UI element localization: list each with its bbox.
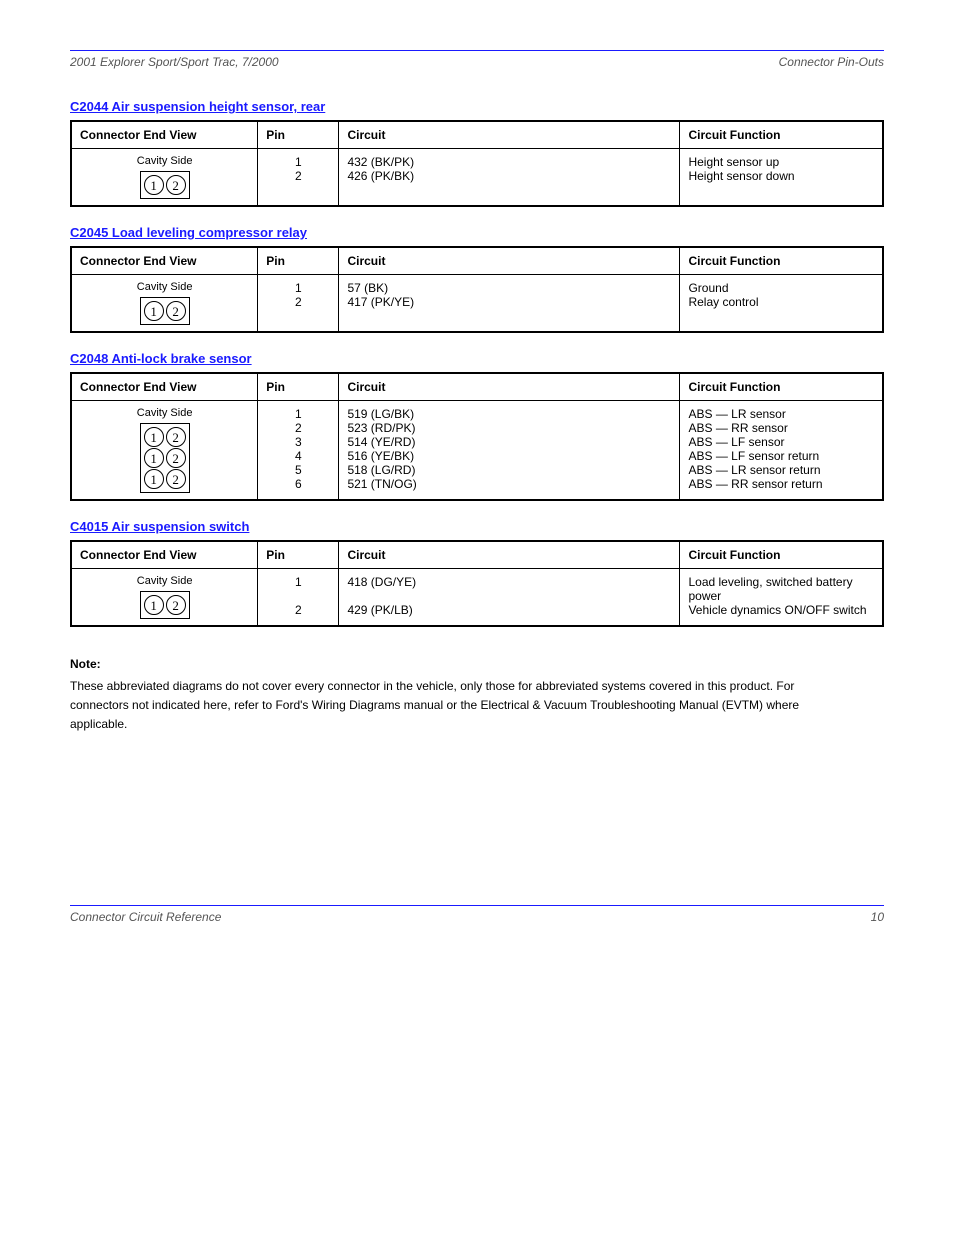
connector-end-view-icon: 12 (140, 171, 190, 199)
connector-table: Connector End ViewPinCircuitCircuit Func… (70, 372, 884, 501)
cavity-label: Cavity Side (80, 281, 249, 293)
note-body: These abbreviated diagrams do not cover … (70, 677, 830, 735)
pin-cell: 123456 (258, 401, 339, 501)
circuit-function-cell: ABS — LR sensorABS — RR sensorABS — LF s… (680, 401, 883, 501)
connector-end-view-cell: Cavity Side 121212 (71, 401, 258, 501)
column-header: Pin (258, 541, 339, 569)
circuit-function-cell: GroundRelay control (680, 275, 883, 333)
page-header: 2001 Explorer Sport/Sport Trac, 7/2000 C… (70, 55, 884, 69)
column-header: Circuit (339, 373, 680, 401)
header-left: 2001 Explorer Sport/Sport Trac, 7/2000 (70, 55, 279, 69)
column-header: Circuit Function (680, 121, 883, 149)
column-header: Circuit Function (680, 247, 883, 275)
connector-end-view-cell: Cavity Side 12 (71, 275, 258, 333)
header-rule (70, 50, 884, 51)
circuit-cell: 432 (BK/PK)426 (PK/BK) (339, 149, 680, 207)
circuit-cell: 57 (BK)417 (PK/YE) (339, 275, 680, 333)
footer-left: Connector Circuit Reference (70, 910, 221, 924)
circuit-function-cell: Load leveling, switched battery powerVeh… (680, 569, 883, 627)
table-row: Cavity Side121257 (BK)417 (PK/YE)GroundR… (71, 275, 883, 333)
column-header: Pin (258, 247, 339, 275)
column-header: Circuit (339, 247, 680, 275)
column-header: Connector End View (71, 373, 258, 401)
connector-end-view-cell: Cavity Side 12 (71, 569, 258, 627)
footer-right: 10 (871, 910, 884, 924)
pin-cell: 12 (258, 275, 339, 333)
page-footer: Connector Circuit Reference 10 (70, 910, 884, 924)
connector-end-view-icon: 12 (140, 591, 190, 619)
circuit-function-cell: Height sensor upHeight sensor down (680, 149, 883, 207)
column-header: Connector End View (71, 541, 258, 569)
table-row: Cavity Side 121212 123456519 (LG/BK)523 (R… (71, 401, 883, 501)
pin-cell: 12 (258, 149, 339, 207)
column-header: Connector End View (71, 121, 258, 149)
column-header: Circuit (339, 541, 680, 569)
cavity-label: Cavity Side (80, 155, 249, 167)
note-title: Note: (70, 657, 830, 671)
footer-rule (70, 905, 884, 906)
note-block: Note: These abbreviated diagrams do not … (70, 657, 830, 735)
section-title: C2048 Anti-lock brake sensor (70, 351, 884, 366)
connector-table: Connector End ViewPinCircuitCircuit Func… (70, 246, 884, 333)
pin-cell: 1 2 (258, 569, 339, 627)
circuit-cell: 418 (DG/YE) 429 (PK/LB) (339, 569, 680, 627)
cavity-label: Cavity Side (80, 407, 249, 419)
connector-end-view-icon: 12 (140, 297, 190, 325)
section-title: C2044 Air suspension height sensor, rear (70, 99, 884, 114)
column-header: Circuit Function (680, 373, 883, 401)
section-title: C2045 Load leveling compressor relay (70, 225, 884, 240)
column-header: Pin (258, 121, 339, 149)
connector-end-view-icon: 121212 (140, 423, 190, 493)
cavity-label: Cavity Side (80, 575, 249, 587)
column-header: Connector End View (71, 247, 258, 275)
column-header: Circuit Function (680, 541, 883, 569)
connector-end-view-cell: Cavity Side 12 (71, 149, 258, 207)
table-row: Cavity Side1212432 (BK/PK)426 (PK/BK)Hei… (71, 149, 883, 207)
section-title: C4015 Air suspension switch (70, 519, 884, 534)
table-row: Cavity Side 12 1 2418 (DG/YE) 429 (PK/LB)L… (71, 569, 883, 627)
column-header: Circuit (339, 121, 680, 149)
connector-table: Connector End ViewPinCircuitCircuit Func… (70, 120, 884, 207)
header-right: Connector Pin-Outs (779, 55, 884, 69)
column-header: Pin (258, 373, 339, 401)
circuit-cell: 519 (LG/BK)523 (RD/PK)514 (YE/RD)516 (YE… (339, 401, 680, 501)
connector-table: Connector End ViewPinCircuitCircuit Func… (70, 540, 884, 627)
